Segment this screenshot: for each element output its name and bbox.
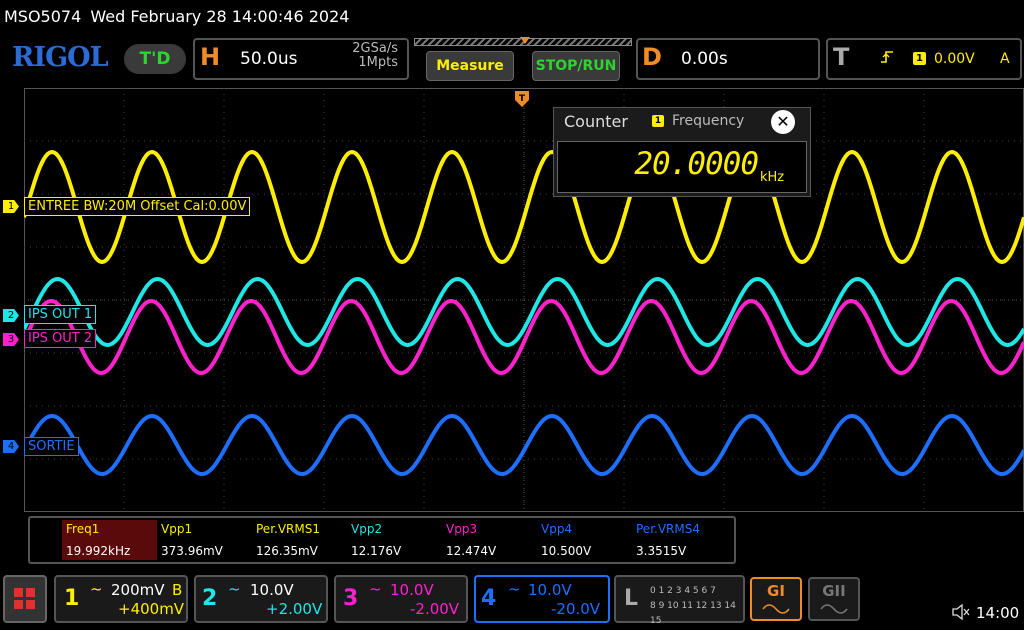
measurement-vpp4[interactable]: Vpp4 10.500V [537,520,632,560]
ch3-number: 3 [343,586,359,611]
measurement-vpp1[interactable]: Vpp1 373.96mV [157,520,252,560]
ch1-bw-limit-flag: B [172,581,183,599]
sine-wave-icon [820,604,848,614]
measurement-vrms4[interactable]: Per.VRMS4 3.3515V [632,520,727,560]
measurement-name: Vpp3 [446,522,478,536]
acquisition-info: 2GSa/s 1Mpts [330,42,398,70]
ch1-number: 1 [64,586,80,611]
delay-letter: D [642,43,662,71]
memory-depth: 1Mpts [358,55,398,70]
ch1-scale: 200mV [111,581,165,599]
ch1-coupling-icon: ~ [90,580,103,598]
ch3-scale: 10.0V [390,581,434,599]
measurement-name: Freq1 [66,522,100,536]
measurement-value: 12.474V [446,544,497,558]
logic-letter: L [624,586,639,611]
trigger-mode: A [1000,51,1010,67]
ch3-offset: -2.00V [410,600,460,618]
measurement-vrms1[interactable]: Per.VRMS1 126.35mV [252,520,347,560]
generator-1-button[interactable]: GI [750,577,802,621]
measurement-vpp2[interactable]: Vpp2 12.176V [347,520,442,560]
measurement-value: 19.992kHz [66,544,131,558]
measurement-vpp3[interactable]: Vpp3 12.474V [442,520,537,560]
timebase-value: 50.0us [240,49,298,69]
measurement-value: 126.35mV [256,544,318,558]
logic-row-1: 0 1 2 3 4 5 6 7 [650,586,716,596]
ch4-coupling-icon: ~ [508,580,521,598]
ch4-label: SORTIE [24,437,79,456]
ch2-coupling-icon: ~ [228,580,241,598]
measurement-value: 12.176V [351,544,402,558]
speaker-muted-icon[interactable] [952,603,970,624]
measurement-value: 3.3515V [636,544,687,558]
counter-source-badge: 1 [652,115,664,127]
trigger-source-badge: 1 [913,52,926,65]
svg-text:T: T [519,94,526,104]
measurement-freq1[interactable]: Freq1 19.992kHz [62,520,157,560]
counter-title: Counter [564,112,628,131]
clock: 14:00 [976,604,1020,622]
ch2-label: IPS OUT 1 [24,305,97,324]
measurement-name: Per.VRMS4 [636,522,700,536]
rising-edge-icon [880,50,894,68]
ch2-scale: 10.0V [250,581,294,599]
measurement-name: Vpp2 [351,522,383,536]
ch4-ground-marker[interactable]: 4 [3,440,19,453]
close-icon[interactable]: ✕ [771,110,795,134]
counter-value: 20.0000 [634,146,759,182]
ch4-offset: -20.0V [551,600,601,618]
grid-menu-icon [14,588,35,609]
trigger-time-marker-icon[interactable]: T [515,91,529,107]
trigger-position-marker-icon [520,37,530,44]
counter-unit: kHz [760,170,785,185]
logic-row-2: 8 9 10 11 12 13 14 15 [650,601,736,626]
trigger-letter: T [833,43,850,71]
ch1-label: ENTREE BW:20M Offset Cal:0.00V [24,197,251,216]
td-mode-badge[interactable]: T'D [124,44,186,74]
ch2-number: 2 [202,586,218,611]
stop-run-button[interactable]: STOP/RUN [532,51,620,81]
ch1-ground-marker[interactable]: 1 [3,200,19,213]
ch3-ground-marker[interactable]: 3 [3,333,19,346]
ch4-number: 4 [481,586,497,611]
ch2-ground-marker[interactable]: 2 [3,309,19,322]
ch3-coupling-icon: ~ [369,580,382,598]
counter-mode: Frequency [672,113,745,129]
main-menu-button[interactable] [3,575,47,623]
generator-2-label: GII [822,582,846,600]
trigger-level: 0.00V [934,51,975,67]
horizontal-letter: H [200,43,221,71]
measure-button[interactable]: Measure [426,51,514,81]
title-bar: MSO5074 Wed February 28 14:00:46 2024 [0,0,1024,34]
waveform-display[interactable] [24,88,1024,512]
measurement-value: 10.500V [541,544,592,558]
sine-wave-icon [762,604,790,614]
rigol-logo: RIGOL [12,42,109,73]
ch1-offset: +400mV [118,600,185,618]
measurement-value: 373.96mV [161,544,223,558]
model-name: MSO5074 [4,7,82,26]
ch4-scale: 10.0V [528,581,572,599]
sample-rate: 2GSa/s [352,41,398,56]
measurement-name: Per.VRMS1 [256,522,320,536]
generator-1-label: GI [767,582,785,600]
generator-2-button[interactable]: GII [808,577,860,621]
logic-channel-numbers: 0 1 2 3 4 5 6 7 8 9 10 11 12 13 14 15 [650,584,745,629]
ch3-label: IPS OUT 2 [24,329,97,348]
measurement-name: Vpp1 [161,522,193,536]
datetime: Wed February 28 14:00:46 2024 [90,7,350,26]
delay-panel[interactable] [636,38,820,80]
measurement-name: Vpp4 [541,522,573,536]
ch2-offset: +2.00V [266,600,323,618]
delay-value: 0.00s [681,49,728,69]
